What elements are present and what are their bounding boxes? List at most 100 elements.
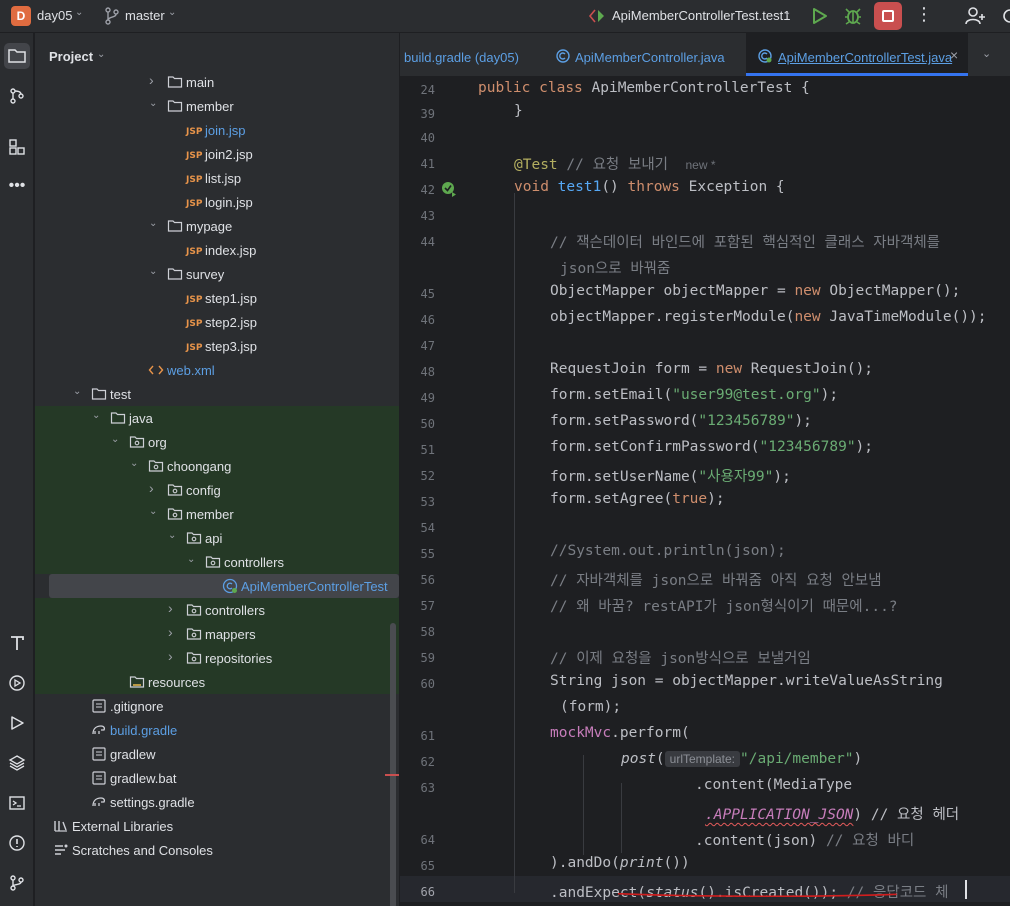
tree-item[interactable]: JSP join2.jsp	[35, 142, 399, 166]
tree-item[interactable]: › mappers	[35, 622, 399, 646]
tree-scrollbar[interactable]	[390, 623, 396, 906]
chevron-right-icon[interactable]: ›	[149, 72, 161, 88]
project-title[interactable]: Project	[49, 49, 93, 64]
stop-button[interactable]	[874, 2, 902, 30]
chevron-down-icon[interactable]: ⌄	[783, 7, 791, 18]
run-config-selector[interactable]: ApiMemberControllerTest.test1	[612, 8, 790, 23]
terminal-tool-button[interactable]	[4, 790, 30, 816]
tree-item[interactable]: JSP index.jsp	[35, 238, 399, 262]
commit-tool-button[interactable]	[4, 83, 30, 109]
project-selector[interactable]: day05	[37, 8, 72, 23]
chevron-down-icon[interactable]: ⌄	[168, 530, 180, 544]
chevron-down-icon[interactable]: ⌄	[149, 266, 161, 280]
tree-item[interactable]: ⌄ member	[35, 94, 399, 118]
tree-item[interactable]: ⌄ survey	[35, 262, 399, 286]
tree-item[interactable]: External Libraries	[35, 814, 399, 838]
tree-item[interactable]: ApiMemberControllerTest	[49, 574, 399, 598]
close-icon[interactable]: ×	[950, 47, 958, 63]
chevron-down-icon[interactable]: ⌄	[75, 7, 83, 18]
chevron-down-icon[interactable]: ⌄	[187, 554, 199, 568]
commit-icon	[10, 88, 24, 104]
chevron-down-icon[interactable]: ⌄	[92, 410, 104, 424]
tree-item[interactable]: build.gradle	[35, 718, 399, 742]
code-line: form.setUserName("사용자99");	[550, 469, 791, 485]
code-line: form.setPassword("123456789");	[550, 413, 812, 429]
tree-item[interactable]: ⌄ test	[35, 382, 399, 406]
code-line: form.setConfirmPassword("123456789");	[550, 439, 874, 455]
layers-icon	[8, 755, 26, 771]
chevron-right-icon[interactable]: ›	[168, 648, 180, 664]
tree-item[interactable]: gradlew	[35, 742, 399, 766]
git-branch-icon[interactable]	[104, 7, 120, 25]
tab-build-gradle[interactable]: build.gradle (day05)	[400, 33, 535, 76]
chevron-right-icon[interactable]: ›	[168, 624, 180, 640]
code-line: .content(json) // 요청 바디	[695, 833, 915, 849]
chevron-down-icon[interactable]: ⌄	[111, 434, 123, 448]
tree-item[interactable]: JSP step2.jsp	[35, 310, 399, 334]
layers-tool-button[interactable]	[4, 750, 30, 776]
tree-item[interactable]: ⌄ java	[35, 406, 399, 430]
chevron-down-icon[interactable]: ⌄	[168, 7, 176, 18]
tree-item[interactable]: ⌄ api	[35, 526, 399, 550]
problems-tool-button[interactable]	[4, 830, 30, 856]
tree-item[interactable]: settings.gradle	[35, 790, 399, 814]
chevron-down-icon[interactable]: ⌄	[130, 458, 142, 472]
tree-item[interactable]: › repositories	[35, 646, 399, 670]
tree-item[interactable]: ⌄ choongang	[35, 454, 399, 478]
problems-icon	[9, 835, 25, 851]
project-tool-button[interactable]	[4, 43, 30, 69]
chevron-down-icon[interactable]: ⌄	[149, 506, 161, 520]
code-line: post(urlTemplate: "/api/member")	[621, 751, 863, 767]
tree-item[interactable]: resources	[35, 670, 399, 694]
structure-tool-button[interactable]	[4, 134, 30, 160]
tree-item[interactable]: ⌄ controllers	[35, 550, 399, 574]
chevron-down-icon[interactable]: ⌄	[149, 98, 161, 112]
test-passed-icon[interactable]	[440, 180, 458, 198]
tree-item[interactable]: › main	[35, 70, 399, 94]
tree-item-label: Scratches and Consoles	[72, 843, 213, 858]
version-control-tool-button[interactable]	[4, 870, 30, 896]
more-tools-icon[interactable]: •••	[4, 173, 30, 199]
add-user-icon[interactable]	[964, 5, 986, 27]
more-actions-icon[interactable]: ⋮	[915, 4, 933, 25]
tab-api-member-controller[interactable]: ApiMemberController.java	[550, 33, 740, 76]
java-test-class-icon	[222, 578, 238, 594]
chevron-down-icon[interactable]: ⌄	[97, 49, 105, 60]
branch-selector[interactable]: master	[125, 8, 165, 23]
indent-guide	[514, 193, 515, 893]
tab-api-member-controller-test[interactable]: ApiMemberControllerTest.java ×	[746, 33, 968, 76]
tree-item[interactable]: JSP list.jsp	[35, 166, 399, 190]
chevron-down-icon[interactable]: ⌄	[73, 386, 85, 400]
sticky-header[interactable]: 24 public class ApiMemberControllerTest …	[400, 77, 1010, 103]
run-icon	[11, 716, 24, 730]
chevron-down-icon[interactable]: ⌄	[149, 218, 161, 232]
tree-item-label: test	[110, 387, 131, 402]
tree-item[interactable]: gradlew.bat	[35, 766, 399, 790]
code-line: mockMvc.perform(	[550, 725, 690, 741]
tree-item[interactable]: JSP step3.jsp	[35, 334, 399, 358]
services-tool-button[interactable]	[4, 670, 30, 696]
run-tool-button[interactable]	[4, 710, 30, 736]
tree-item[interactable]: JSP login.jsp	[35, 190, 399, 214]
project-badge[interactable]: D	[11, 6, 31, 26]
tree-item[interactable]: .gitignore	[35, 694, 399, 718]
run-config-icon[interactable]	[588, 8, 606, 24]
debug-icon[interactable]	[843, 6, 863, 26]
tree-item[interactable]: › controllers	[35, 598, 399, 622]
tree-item[interactable]: web.xml	[35, 358, 399, 382]
terminal-T-tool-button[interactable]	[4, 630, 30, 656]
tree-item[interactable]: ⌄ org	[35, 430, 399, 454]
tree-item[interactable]: › config	[35, 478, 399, 502]
tree-item[interactable]: JSP join.jsp	[35, 118, 399, 142]
chevron-right-icon[interactable]: ›	[168, 600, 180, 616]
settings-icon[interactable]	[1002, 5, 1010, 27]
code-line: // 왜 바꿈? restAPI가 json형식이기 때문에...?	[550, 599, 898, 615]
tree-item[interactable]: ⌄ mypage	[35, 214, 399, 238]
chevron-right-icon[interactable]: ›	[149, 480, 161, 496]
tree-item[interactable]: ⌄ member	[35, 502, 399, 526]
chevron-down-icon[interactable]: ⌄	[982, 47, 991, 60]
run-icon[interactable]	[809, 6, 829, 26]
resources-folder-icon	[129, 674, 145, 690]
tree-item[interactable]: JSP step1.jsp	[35, 286, 399, 310]
tree-item[interactable]: Scratches and Consoles	[35, 838, 399, 862]
